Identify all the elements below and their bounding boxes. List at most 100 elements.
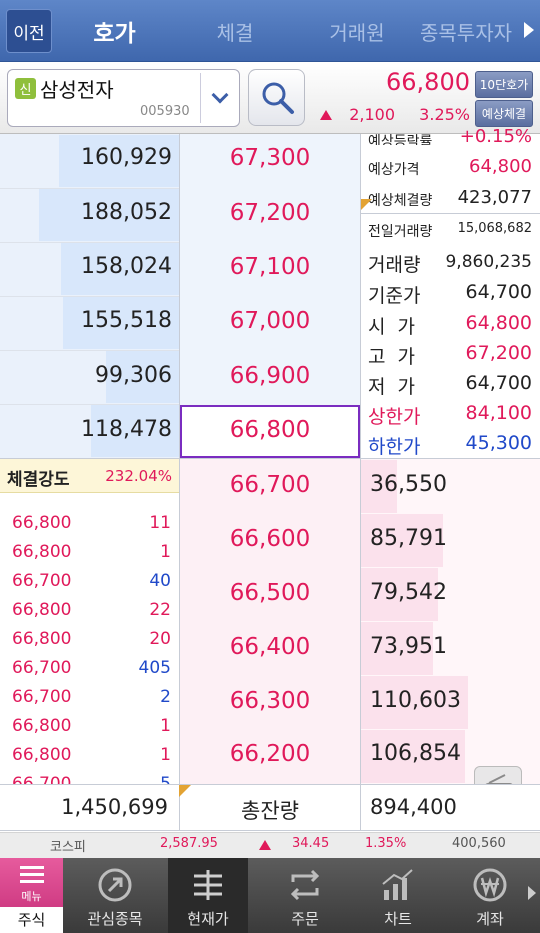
menu-button[interactable]: 메뉴 주식 <box>0 858 63 933</box>
lower-limit-label: 하한가 <box>368 436 421 458</box>
index-name: 코스피 <box>50 840 86 855</box>
tick-price: 66,800 <box>12 513 72 533</box>
bid-price-panel <box>180 459 360 784</box>
up-triangle-icon <box>320 110 332 120</box>
total-ask-quantity: 1,450,699 <box>61 795 168 819</box>
prev-volume-label: 전일거래량 <box>368 224 433 240</box>
upper-limit-label: 상한가 <box>368 406 421 428</box>
bid-price[interactable]: 66,400 <box>180 634 360 660</box>
search-icon <box>262 82 294 114</box>
ten-level-quote-button[interactable]: 10단호가 <box>475 71 533 98</box>
total-remaining-label: 총잔량 <box>241 799 299 823</box>
price-change-percent: 3.25% <box>419 105 470 124</box>
nav-watchlist[interactable]: 관심종목 <box>75 858 155 933</box>
tick-quantity: 1 <box>160 716 171 736</box>
volume: 9,860,235 <box>445 252 532 272</box>
high-price: 67,200 <box>465 342 532 364</box>
bid-quantity: 73,951 <box>370 634 447 659</box>
ask-price[interactable]: 67,200 <box>180 200 360 226</box>
ask-quantity: 99,306 <box>95 363 172 388</box>
tick-price: 66,800 <box>12 716 72 736</box>
low-label: 저 가 <box>368 376 416 398</box>
bid-quantity: 79,542 <box>370 580 447 605</box>
nav-order-label: 주문 <box>291 910 319 928</box>
prev-volume: 15,068,682 <box>457 221 532 236</box>
nav-current-price[interactable]: 현재가 <box>168 858 248 933</box>
nav-chart[interactable]: 차트 <box>358 858 438 933</box>
bid-quantity: 85,791 <box>370 526 447 551</box>
chart-icon <box>382 869 413 900</box>
ask-quantity: 160,929 <box>81 145 172 170</box>
expected-volume-label: 예상체결량 <box>368 193 433 209</box>
bid-price[interactable]: 66,200 <box>180 741 360 767</box>
tick-quantity: 405 <box>138 658 171 678</box>
base-price-label: 기준가 <box>368 285 421 307</box>
base-price: 64,700 <box>465 281 532 303</box>
ask-quantity: 118,478 <box>81 417 172 442</box>
search-button[interactable] <box>248 69 305 126</box>
bid-price[interactable]: 66,500 <box>180 580 360 606</box>
nav-current-price-label: 현재가 <box>187 910 229 928</box>
ask-price-current[interactable]: 66,800 <box>180 417 360 443</box>
tab-investor[interactable]: 종목투자자 <box>420 0 524 62</box>
tick-price: 66,700 <box>12 774 72 784</box>
ask-price[interactable]: 67,300 <box>180 145 360 171</box>
nav-account-label: 계좌 <box>476 910 504 928</box>
nav-order[interactable]: 주문 <box>265 858 345 933</box>
bid-quantity: 36,550 <box>370 472 447 497</box>
tick-price: 66,800 <box>12 542 72 562</box>
tick-quantity: 11 <box>149 513 171 533</box>
bid-price[interactable]: 66,700 <box>180 472 360 498</box>
execution-strength-label: 체결강도 <box>7 470 70 490</box>
tab-execution[interactable]: 체결 <box>180 0 290 62</box>
expected-execution-button[interactable]: 예상체결 <box>475 100 533 127</box>
tick-quantity: 20 <box>149 629 171 649</box>
tick-list[interactable]: 66,800 11 66,800 1 66,700 40 66,800 22 6… <box>0 508 179 784</box>
volume-label: 거래량 <box>368 254 421 276</box>
index-change-percent: 1.35% <box>365 836 407 851</box>
up-triangle-icon <box>259 840 271 850</box>
hamburger-icon <box>20 866 44 883</box>
ask-price[interactable]: 66,900 <box>180 363 360 389</box>
tick-price: 66,700 <box>12 571 72 591</box>
info-divider <box>361 213 540 214</box>
column-divider <box>360 785 361 831</box>
upper-limit-price: 84,100 <box>465 402 532 424</box>
won-icon <box>473 868 507 902</box>
tick-quantity: 1 <box>160 542 171 562</box>
stock-dropdown-button[interactable] <box>200 73 238 123</box>
index-change: 34.45 <box>292 836 330 851</box>
nav-more-arrow-icon[interactable] <box>528 886 536 900</box>
tab-more-arrow-icon[interactable] <box>524 22 534 38</box>
tab-broker[interactable]: 거래원 <box>298 0 416 62</box>
tick-quantity: 22 <box>149 600 171 620</box>
watchlist-icon <box>98 868 132 902</box>
nav-account[interactable]: 계좌 <box>450 858 530 933</box>
bid-price[interactable]: 66,300 <box>180 688 360 714</box>
execution-strength-value: 232.04% <box>105 467 172 485</box>
ask-price[interactable]: 67,100 <box>180 254 360 280</box>
tab-hoga[interactable]: 호가 <box>57 0 172 62</box>
tick-quantity: 2 <box>160 687 171 707</box>
row-divider <box>0 404 179 405</box>
menu-label: 주식 <box>0 907 63 933</box>
bid-price[interactable]: 66,600 <box>180 526 360 552</box>
expected-change-rate-label: 예상등락률 <box>368 134 433 145</box>
tick-price: 66,700 <box>12 658 72 678</box>
tick-price: 66,800 <box>12 629 72 649</box>
ask-price[interactable]: 67,000 <box>180 308 360 334</box>
back-button[interactable]: 이전 <box>6 9 52 53</box>
new-badge: 신 <box>15 78 36 99</box>
lower-limit-price: 45,300 <box>465 432 532 454</box>
bid-quantity: 106,854 <box>370 741 461 766</box>
stock-name[interactable]: 삼성전자 <box>40 74 114 103</box>
price-change: 2,100 <box>349 105 395 124</box>
high-label: 고 가 <box>368 346 416 368</box>
index-value: 2,587.95 <box>160 836 218 851</box>
expected-price-label: 예상가격 <box>368 162 420 178</box>
low-price: 64,700 <box>465 372 532 394</box>
current-price-icon <box>194 870 222 900</box>
row-divider <box>0 188 179 189</box>
tick-price: 66,800 <box>12 600 72 620</box>
index-volume: 400,560 <box>452 836 506 851</box>
